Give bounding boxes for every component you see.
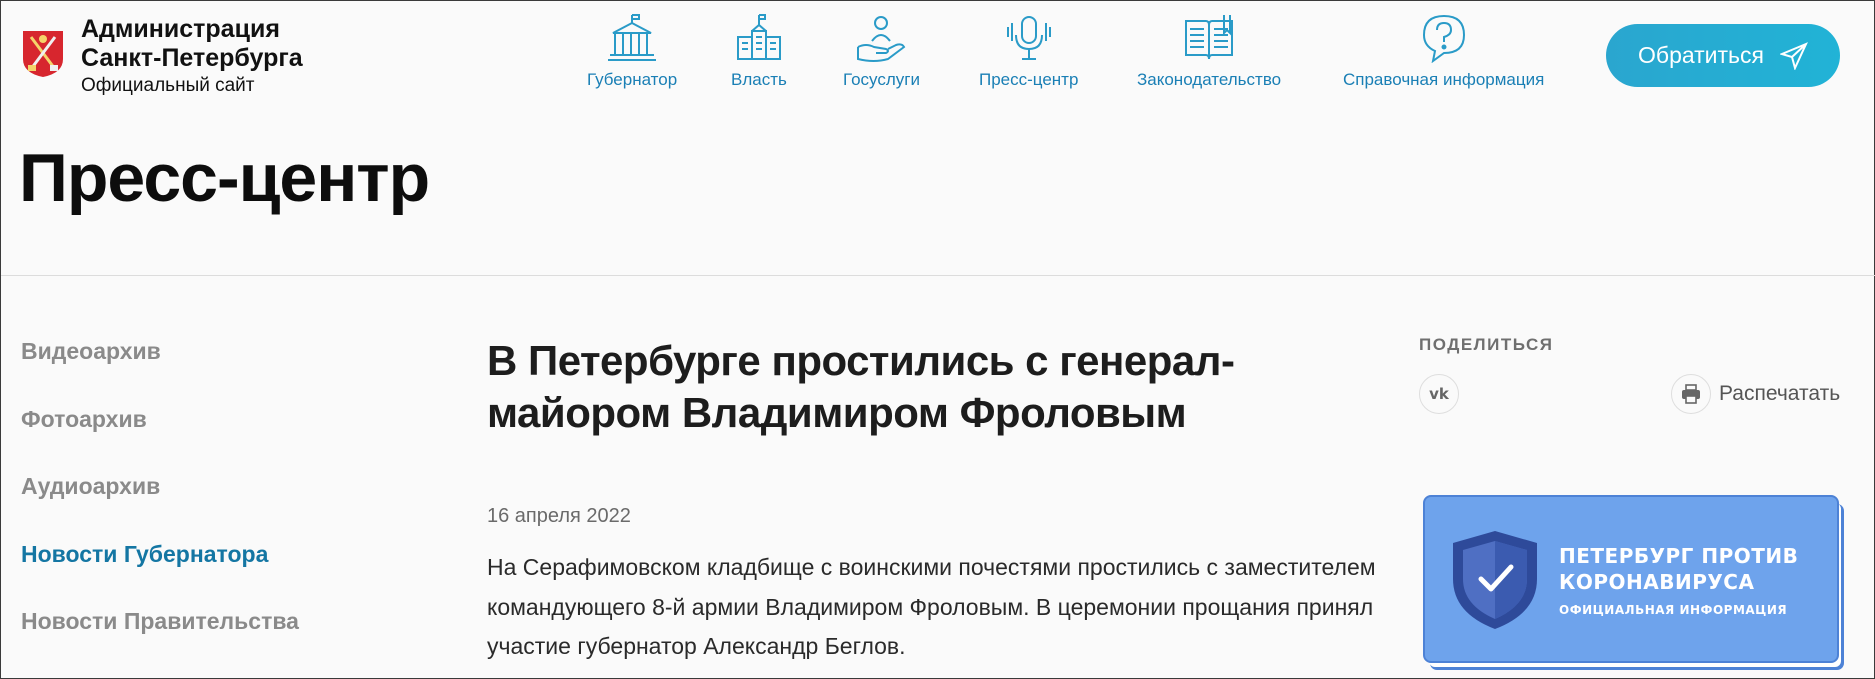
covid-info-banner[interactable]: Петербург против коронавируса Официальна… — [1423, 495, 1839, 663]
nav-label-press-center: Пресс-центр — [979, 70, 1079, 89]
logo-title-line2: Санкт-Петербурга — [81, 44, 303, 72]
nav-item-press-center[interactable]: Пресс-центр — [979, 13, 1078, 90]
sidebar-item-governor-news[interactable]: Новости Губернатора — [21, 538, 299, 606]
logo-subtitle: Официальный сайт — [81, 75, 255, 96]
sidebar-item-photo-archive[interactable]: Фотоархив — [21, 403, 299, 471]
contact-button-label: Обратиться — [1638, 42, 1764, 68]
printer-icon — [1682, 384, 1700, 404]
nav-label-services: Госуслуги — [843, 70, 920, 89]
nav-item-services[interactable]: Госуслуги — [843, 13, 920, 90]
paper-plane-icon — [1780, 41, 1808, 70]
nav-item-government[interactable]: Власть — [731, 13, 787, 90]
article-body: На Серафимовском кладбище с воинскими по… — [487, 554, 1376, 659]
share-label: ПОДЕЛИТЬСЯ — [1419, 335, 1554, 354]
nav-label-governor: Губернатор — [587, 70, 678, 89]
shield-check-icon — [1453, 531, 1537, 629]
nav-label-government: Власть — [731, 70, 787, 89]
site-header: Администрация Санкт-Петербурга Официальн… — [1, 1, 1875, 101]
print-button[interactable]: Распечатать — [1671, 374, 1840, 414]
nav-item-governor[interactable]: Губернатор — [587, 13, 677, 90]
news-article: В Петербурге простились с генерал-майоро… — [487, 335, 1387, 667]
banner-title: Петербург против коронавируса — [1559, 544, 1799, 594]
article-title: В Петербурге простились с генерал-майоро… — [487, 337, 1235, 436]
sidebar-item-government-news[interactable]: Новости Правительства — [21, 605, 299, 673]
vk-icon: vk — [1429, 385, 1449, 403]
law-book-icon — [1185, 15, 1234, 60]
logo-title-line1: Администрация — [81, 15, 280, 43]
spb-coat-of-arms-icon — [23, 31, 63, 77]
page-title: Пресс-центр — [19, 140, 430, 216]
nav-item-legislation[interactable]: Законодательство — [1137, 13, 1281, 90]
nav-item-reference-info[interactable]: Справочная информация — [1343, 13, 1544, 90]
press-sidebar: Видеоархив Фотоархив Аудиоархив Новости … — [21, 335, 299, 673]
sidebar-item-video-archive[interactable]: Видеоархив — [21, 335, 299, 403]
article-date: 16 апреля 2022 — [487, 505, 631, 527]
section-divider — [1, 275, 1875, 276]
contact-button[interactable]: Обратиться — [1606, 24, 1840, 87]
vk-share-button[interactable]: vk — [1419, 374, 1459, 414]
nav-label-legislation: Законодательство — [1137, 70, 1282, 89]
site-logo[interactable]: Администрация Санкт-Петербурга Официальн… — [21, 15, 303, 99]
help-question-icon — [1422, 14, 1465, 63]
microphone-icon — [1006, 16, 1051, 60]
sidebar-item-audio-archive[interactable]: Аудиоархив — [21, 470, 299, 538]
government-building-icon — [736, 14, 781, 60]
banner-subtitle: Официальная информация — [1559, 603, 1788, 617]
governor-building-icon — [608, 14, 657, 61]
services-hand-icon — [857, 16, 906, 62]
print-label: Распечатать — [1719, 382, 1841, 405]
nav-label-reference-info: Справочная информация — [1343, 70, 1545, 89]
